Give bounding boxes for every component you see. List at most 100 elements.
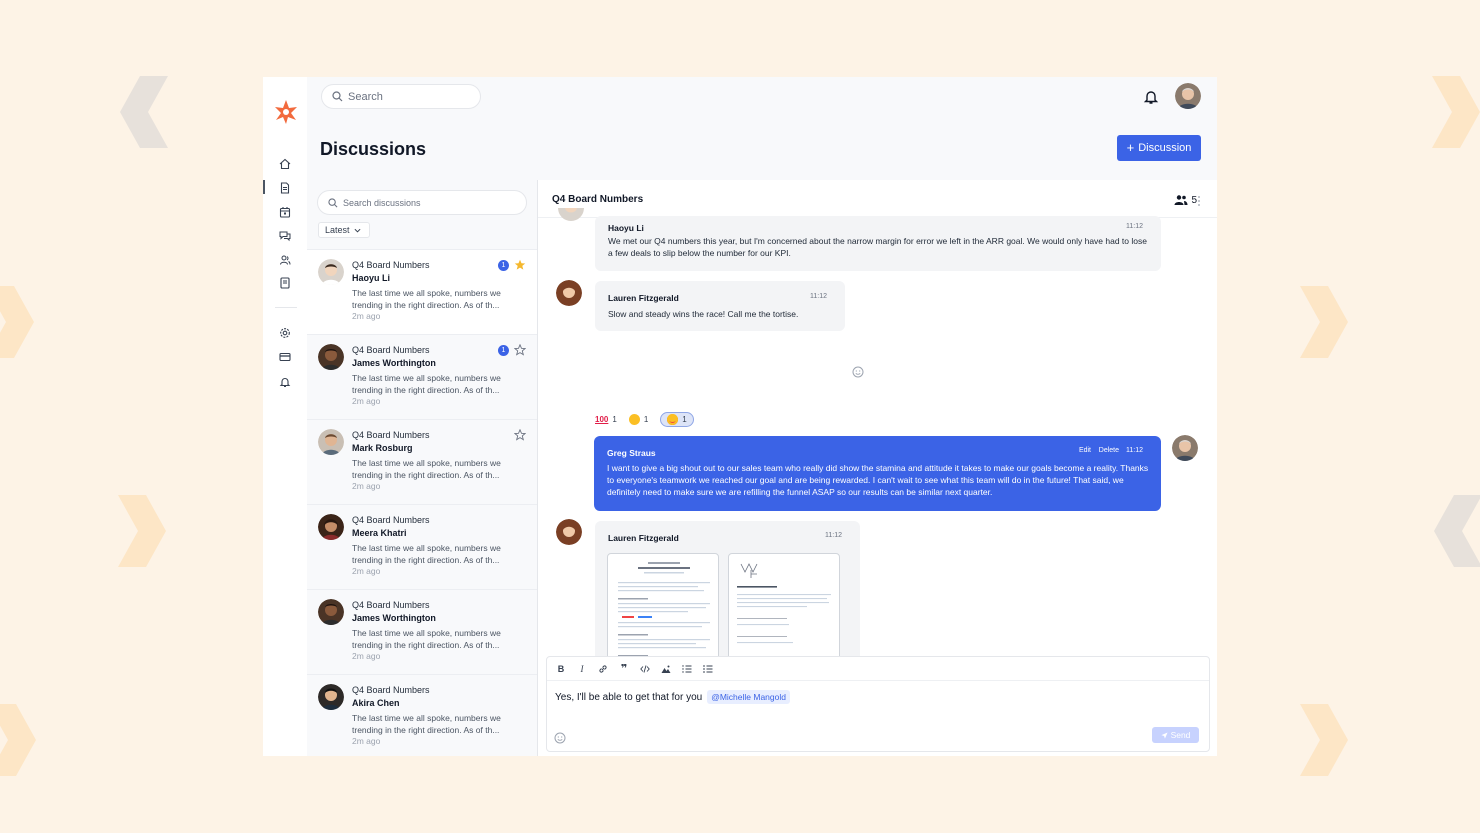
sort-dropdown[interactable]: Latest [318, 222, 370, 238]
reaction-count: 1 [643, 415, 649, 424]
discussion-list-item[interactable]: Q4 Board Numbers James Worthington The l… [307, 334, 537, 419]
message-text: definitely need to make sure we are refi… [607, 487, 993, 497]
edit-message-button[interactable]: Edit [1079, 447, 1091, 454]
discussion-author: Haoyu Li [352, 273, 391, 283]
chat-header: Q4 Board Numbers 5 [538, 180, 1217, 218]
message-time: 11:12 [1126, 447, 1143, 454]
message-author: Lauren Fitzgerald [608, 293, 679, 303]
gear-icon[interactable] [278, 326, 292, 340]
discussion-author: Akira Chen [352, 698, 400, 708]
users-icon [1174, 195, 1188, 205]
message-text: a few deals to slip below the number for… [608, 248, 791, 258]
discussion-title: Q4 Board Numbers [352, 345, 430, 355]
message-author: Greg Straus [607, 448, 656, 458]
message-composer: B I ❞ Yes, I'll be able to get that for … [546, 656, 1210, 752]
discussion-list-item[interactable]: Q4 Board Numbers Mark Rosburg The last t… [307, 419, 537, 504]
new-discussion-button[interactable]: + Discussion [1117, 135, 1201, 161]
hundred-points-emoji-icon: 100 [595, 415, 609, 424]
discussion-preview: The last time we all spoke, numbers we t… [352, 628, 501, 650]
message-time: 11:12 [810, 293, 827, 300]
reaction-100[interactable]: 100 1 [595, 415, 617, 424]
avatar [318, 259, 344, 285]
link-icon[interactable] [597, 663, 609, 675]
users-icon[interactable] [278, 253, 292, 267]
reaction-grinning[interactable]: 1 [628, 414, 649, 425]
discussion-author: James Worthington [352, 358, 436, 368]
quote-icon[interactable]: ❞ [618, 663, 630, 675]
unread-badge: 1 [498, 260, 509, 271]
message-time: 11:12 [1126, 223, 1143, 230]
numbered-list-icon[interactable] [681, 663, 693, 675]
star-outline-icon[interactable] [514, 344, 526, 356]
image-icon[interactable] [660, 663, 672, 675]
avatar [318, 429, 344, 455]
discussion-title: Q4 Board Numbers [352, 600, 430, 610]
discussion-list-item[interactable]: Q4 Board Numbers James Worthington The l… [307, 589, 537, 674]
star-filled-icon[interactable] [514, 259, 526, 271]
brand-logo-icon[interactable] [273, 99, 299, 125]
discussion-preview: The last time we all spoke, numbers we t… [352, 458, 501, 480]
discussion-list-item[interactable]: Q4 Board Numbers Meera Khatri The last t… [307, 504, 537, 589]
global-search-input[interactable]: Search [321, 84, 481, 109]
chat-title: Q4 Board Numbers [552, 194, 644, 205]
grinning-emoji-icon [628, 414, 640, 425]
reactions-bar: 100 1 1 1 [595, 412, 694, 427]
star-outline-icon[interactable] [514, 429, 526, 441]
avatar [556, 280, 582, 306]
user-avatar[interactable] [1175, 83, 1201, 109]
send-button[interactable]: Send [1152, 727, 1199, 743]
discussion-list-item[interactable]: Q4 Board Numbers Haoyu Li The last time … [307, 249, 537, 334]
discussion-time: 2m ago [352, 651, 381, 661]
reaction-heart-eyes[interactable]: 1 [660, 412, 694, 427]
unread-badge: 1 [498, 345, 509, 356]
avatar [556, 519, 582, 545]
document-icon[interactable] [278, 181, 292, 195]
message-text: I want to give a big shout out to our sa… [607, 463, 1149, 473]
bullet-list-icon[interactable] [702, 663, 714, 675]
discussion-time: 2m ago [352, 566, 381, 576]
emoji-picker-icon[interactable] [554, 732, 566, 744]
members-button[interactable]: 5 [1174, 194, 1197, 206]
delete-message-button[interactable]: Delete [1099, 447, 1119, 454]
new-discussion-label: Discussion [1138, 142, 1192, 154]
message-author: Haoyu Li [608, 223, 644, 233]
search-placeholder: Search [348, 90, 383, 103]
book-icon[interactable] [278, 276, 292, 290]
page-title: Discussions [320, 139, 427, 159]
discussion-list-pane: Search discussions Latest Q4 Board Numbe… [307, 180, 538, 756]
notification-bell-icon[interactable] [278, 375, 292, 389]
message-input[interactable]: Yes, I'll be able to get that for you @M… [555, 690, 790, 704]
discussion-search-placeholder: Search discussions [343, 197, 421, 208]
mention-tag[interactable]: @Michelle Mangold [707, 690, 790, 704]
italic-icon[interactable]: I [576, 663, 588, 675]
chat-icon[interactable] [278, 229, 292, 243]
decorative-chevron-right [1432, 76, 1480, 148]
message-time: 11:12 [825, 532, 842, 539]
avatar [318, 344, 344, 370]
reaction-count: 1 [682, 415, 687, 424]
decorative-chevron-right [1300, 286, 1348, 358]
discussion-search-input[interactable]: Search discussions [317, 190, 527, 215]
message-text: Slow and steady wins the race! Call me t… [608, 309, 799, 319]
discussion-author: Mark Rosburg [352, 443, 413, 453]
send-label: Send [1170, 730, 1191, 740]
discussion-title: Q4 Board Numbers [352, 515, 430, 525]
decorative-chevron-right [118, 495, 166, 567]
decorative-chevron-right [0, 286, 34, 358]
formatting-toolbar: B I ❞ [547, 657, 1209, 681]
bold-icon[interactable]: B [555, 663, 567, 675]
code-icon[interactable] [639, 663, 651, 675]
calendar-icon[interactable] [278, 205, 292, 219]
discussion-list-item[interactable]: Q4 Board Numbers Akira Chen The last tim… [307, 674, 537, 756]
add-reaction-icon[interactable] [852, 366, 864, 378]
nav-active-indicator [263, 180, 265, 194]
more-options-icon[interactable] [1197, 195, 1201, 207]
decorative-chevron-left [1434, 495, 1480, 567]
credit-card-icon[interactable] [278, 350, 292, 364]
avatar [558, 208, 584, 222]
header: Search Discussions + Discussion [307, 77, 1217, 180]
decorative-chevron-right [0, 704, 36, 776]
heart-eyes-emoji-icon [667, 414, 679, 425]
bell-icon[interactable] [1143, 89, 1159, 105]
home-icon[interactable] [278, 157, 292, 171]
